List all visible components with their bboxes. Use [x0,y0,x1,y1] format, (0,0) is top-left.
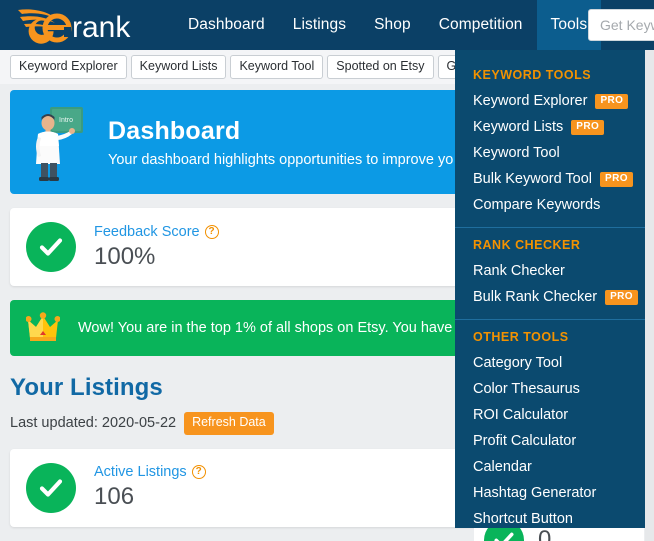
dropdown-item-category-tool[interactable]: Category Tool [455,350,645,376]
dropdown-item-label: ROI Calculator [473,407,569,423]
banner-subtitle: Your dashboard highlights opportunities … [108,151,454,168]
dropdown-item-profit-calculator[interactable]: Profit Calculator [455,428,645,454]
check-mark-icon [39,479,63,497]
dropdown-item-label: Keyword Tool [473,145,560,161]
active-listings-label-row[interactable]: Active Listings ? [94,464,206,480]
dropdown-item-label: Bulk Keyword Tool [473,171,593,187]
pro-badge: PRO [605,289,638,305]
dropdown-item-label: Bulk Rank Checker [473,289,598,305]
subtab-spotted-on-etsy[interactable]: Spotted on Etsy [327,54,434,80]
refresh-data-button[interactable]: Refresh Data [184,412,274,435]
pro-badge: PRO [595,93,629,109]
erank-logo[interactable]: rank [14,3,150,47]
erank-dashboard-page: rank Dashboard Listings Shop Competition… [0,0,654,541]
nav-item-listings[interactable]: Listings [279,0,360,50]
check-mark-icon [494,532,514,541]
feedback-score-label: Feedback Score [94,223,200,240]
nav-item-shop[interactable]: Shop [360,0,425,50]
active-listings-value: 106 [94,483,135,511]
dropdown-item-hashtag-generator[interactable]: Hashtag Generator [455,480,645,506]
nav-item-dashboard[interactable]: Dashboard [174,0,279,50]
last-updated-label: Last updated: 2020-05-22 [10,415,177,432]
dropdown-item-shortcut-button[interactable]: Shortcut Button [455,506,645,528]
dropdown-item-calendar[interactable]: Calendar [455,454,645,480]
feedback-score-value: 100% [94,242,156,270]
dropdown-group-title-keyword-tools: KEYWORD TOOLS [473,68,592,82]
banner-title: Dashboard [108,116,241,145]
dropdown-item-keyword-lists[interactable]: Keyword Lists PRO [455,114,645,140]
second-listings-value: 0 [538,526,552,541]
check-mark-icon [39,238,63,256]
erank-logo-svg: rank [18,9,131,44]
dropdown-item-color-thesaurus[interactable]: Color Thesaurus [455,376,645,402]
pro-badge: PRO [600,171,633,187]
subtab-keyword-lists[interactable]: Keyword Lists [130,54,227,80]
dropdown-item-keyword-tool[interactable]: Keyword Tool [455,140,645,166]
crown-icon [26,312,60,341]
top-navigation-bar: rank Dashboard Listings Shop Competition… [0,0,654,50]
dropdown-item-label: Category Tool [473,355,563,371]
search-input[interactable] [600,17,654,33]
dropdown-group-title-other-tools: OTHER TOOLS [473,330,569,344]
dropdown-item-bulk-rank-checker[interactable]: Bulk Rank Checker PRO [455,284,645,310]
subtab-keyword-tool[interactable]: Keyword Tool [230,54,324,80]
dropdown-item-keyword-explorer[interactable]: Keyword Explorer PRO [455,88,645,114]
tools-dropdown-menu: KEYWORD TOOLS Keyword Explorer PRO Keywo… [455,50,645,528]
dropdown-item-label: Calendar [473,459,532,475]
dropdown-item-label: Keyword Lists [473,119,564,135]
dropdown-item-label: Color Thesaurus [473,381,580,397]
feedback-score-metric: Feedback Score ? 100% [94,224,219,271]
feedback-score-label-row[interactable]: Feedback Score ? [94,224,219,240]
dropdown-group-title-rank-checker: RANK CHECKER [473,238,581,252]
keyword-search-box[interactable] [588,9,654,41]
svg-text:rank: rank [72,11,131,44]
pro-badge: PRO [571,119,605,135]
nav-item-competition[interactable]: Competition [425,0,537,50]
dropdown-item-compare-keywords[interactable]: Compare Keywords [455,192,645,218]
check-circle-icon [26,462,76,513]
question-mark-icon[interactable]: ? [191,465,206,480]
active-listings-metric: Active Listings ? 106 [94,464,206,511]
dropdown-item-rank-checker[interactable]: Rank Checker [455,258,645,284]
subtab-keyword-explorer[interactable]: Keyword Explorer [10,54,127,80]
page-scrollbar-strip[interactable] [645,50,654,541]
question-mark-icon[interactable]: ? [204,224,219,239]
banner-text-block: Dashboard Your dashboard highlights oppo… [108,117,453,168]
active-listings-label: Active Listings [94,464,187,481]
blackboard-text: Intro [59,117,73,124]
dropdown-item-label: Profit Calculator [473,433,577,449]
top-shop-ribbon-text: Wow! You are in the top 1% of all shops … [78,320,472,336]
dropdown-item-label: Rank Checker [473,263,565,279]
main-nav: Dashboard Listings Shop Competition Tool… [174,0,654,50]
dropdown-divider [455,319,645,320]
dropdown-item-label: Shortcut Button [473,511,573,527]
check-circle-icon [26,222,76,272]
dropdown-item-label: Hashtag Generator [473,485,597,501]
teacher-blackboard-illustration: Intro [36,107,83,181]
dropdown-item-label: Keyword Explorer [473,93,588,109]
dropdown-item-bulk-keyword-tool[interactable]: Bulk Keyword Tool PRO [455,166,645,192]
dropdown-item-label: Compare Keywords [473,197,601,213]
dropdown-item-roi-calculator[interactable]: ROI Calculator [455,402,645,428]
dropdown-divider [455,227,645,228]
